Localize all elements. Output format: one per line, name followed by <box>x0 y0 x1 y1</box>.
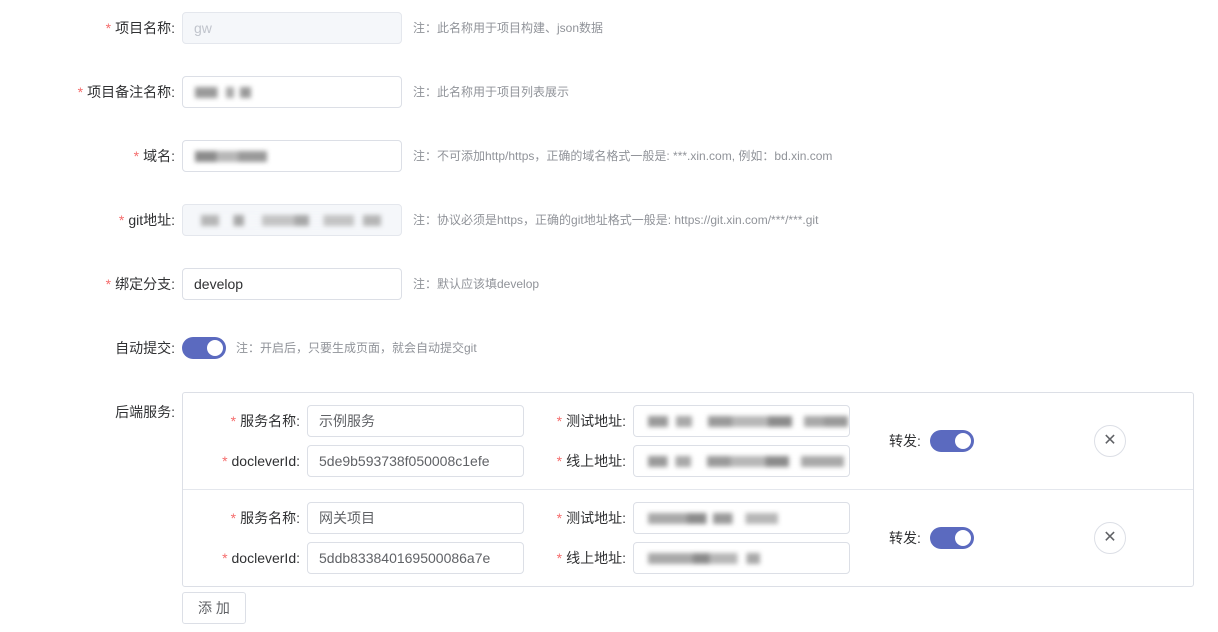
project-name-value: gw <box>194 20 212 36</box>
domain-note: 注：不可添加http/https，正确的域名格式一般是: ***.xin.com… <box>413 149 833 163</box>
online-address-input[interactable] <box>633 542 850 574</box>
project-alias-input[interactable] <box>182 76 402 108</box>
project-name-note: 注：此名称用于项目构建、json数据 <box>413 21 604 35</box>
switch-knob <box>207 340 223 356</box>
service-name-label: * 服务名称: <box>230 413 300 429</box>
project-alias-label: * 项目备注名称: <box>77 84 175 100</box>
redacted-text <box>648 416 848 427</box>
switch-knob <box>955 530 971 546</box>
services-box: * 服务名称: 示例服务 * docleverId: 5de9b593738f050… <box>182 392 1194 587</box>
branch-input[interactable]: develop <box>182 268 402 300</box>
project-name-label: * 项目名称: <box>105 20 175 36</box>
test-address-label: * 测试地址: <box>556 510 626 526</box>
service-name-label: * 服务名称: <box>230 510 300 526</box>
git-address-note: 注：协议必须是https，正确的git地址格式一般是: https://git.… <box>413 213 819 227</box>
redacted-text <box>195 151 267 162</box>
project-alias-row: * 项目备注名称: 注：此名称用于项目列表展示 <box>0 76 1218 108</box>
doclever-id-value: 5de9b593738f050008c1efe <box>319 453 490 469</box>
git-address-row: * git地址: 注：协议必须是https，正确的git地址格式一般是: http… <box>0 204 1218 236</box>
services-divider <box>183 489 1193 490</box>
git-address-label: * git地址: <box>118 212 175 228</box>
auto-commit-note: 注：开启后，只要生成页面，就会自动提交git <box>236 341 477 355</box>
domain-input[interactable] <box>182 140 402 172</box>
domain-row: * 域名: 注：不可添加http/https，正确的域名格式一般是: ***.xi… <box>0 140 1218 172</box>
redacted-text <box>648 513 778 524</box>
test-address-input[interactable] <box>633 405 850 437</box>
close-icon: ✕ <box>1103 529 1117 546</box>
project-alias-note: 注：此名称用于项目列表展示 <box>413 85 570 99</box>
branch-note: 注：默认应该填develop <box>413 277 540 291</box>
test-address-input[interactable] <box>633 502 850 534</box>
forward-label: 转发: <box>889 433 921 449</box>
test-address-label: * 测试地址: <box>556 413 626 429</box>
service-name-value: 示例服务 <box>319 413 375 429</box>
branch-value: develop <box>194 276 244 292</box>
redacted-text <box>648 553 760 564</box>
add-service-button[interactable]: 添 加 <box>182 592 246 624</box>
backend-services-label: 后端服务: <box>115 404 175 420</box>
branch-row: * 绑定分支: develop 注：默认应该填develop <box>0 268 1218 300</box>
redacted-text <box>648 456 844 467</box>
forward-switch[interactable] <box>930 430 974 452</box>
switch-knob <box>955 433 971 449</box>
remove-service-button[interactable]: ✕ <box>1094 522 1126 554</box>
online-address-label: * 线上地址: <box>556 550 626 566</box>
doclever-id-label: * docleverId: <box>222 453 300 469</box>
domain-label: * 域名: <box>133 148 175 164</box>
doclever-id-input[interactable]: 5de9b593738f050008c1efe <box>307 445 524 477</box>
auto-commit-switch[interactable] <box>182 337 226 359</box>
remove-service-button[interactable]: ✕ <box>1094 425 1126 457</box>
project-name-row: * 项目名称: gw 注：此名称用于项目构建、json数据 <box>0 12 1218 44</box>
online-address-input[interactable] <box>633 445 850 477</box>
service-name-input[interactable]: 网关项目 <box>307 502 524 534</box>
redacted-text <box>201 215 381 226</box>
forward-switch[interactable] <box>930 527 974 549</box>
doclever-id-value: 5ddb833840169500086a7e <box>319 550 491 566</box>
service-name-value: 网关项目 <box>319 510 375 526</box>
project-name-input[interactable]: gw <box>182 12 402 44</box>
auto-commit-row: 自动提交: 注：开启后，只要生成页面，就会自动提交git <box>0 332 1218 364</box>
branch-label: * 绑定分支: <box>105 276 175 292</box>
redacted-text <box>195 87 251 98</box>
git-address-input[interactable] <box>182 204 402 236</box>
doclever-id-label: * docleverId: <box>222 550 300 566</box>
auto-commit-label: 自动提交: <box>115 340 175 356</box>
close-icon: ✕ <box>1103 432 1117 449</box>
doclever-id-input[interactable]: 5ddb833840169500086a7e <box>307 542 524 574</box>
service-name-input[interactable]: 示例服务 <box>307 405 524 437</box>
forward-label: 转发: <box>889 530 921 546</box>
online-address-label: * 线上地址: <box>556 453 626 469</box>
